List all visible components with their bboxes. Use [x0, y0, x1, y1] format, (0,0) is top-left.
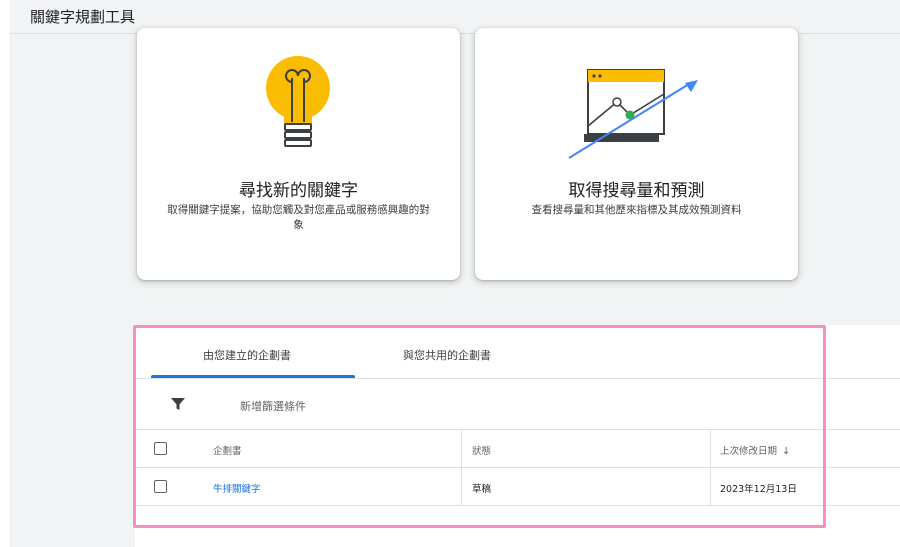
plan-status: 草稿: [472, 484, 492, 495]
filter-bar: 新增篩選條件: [135, 379, 900, 430]
plans-panel: 由您建立的企劃書 與您共用的企劃書 新增篩選條件 企劃書 狀態 上次修改日期 ↓ …: [135, 325, 900, 547]
search-volume-forecast-card[interactable]: 取得搜尋量和預測 查看搜尋量和其他歷來指標及其成效預測資料: [475, 28, 798, 280]
card-description: 查看搜尋量和其他歷來指標及其成效預測資料: [531, 204, 742, 216]
filter-icon[interactable]: [169, 395, 187, 413]
plans-table: 企劃書 狀態 上次修改日期 ↓ 牛排關鍵字 草稿 2023年12月13日: [135, 430, 900, 506]
tab-shared-with-you[interactable]: 與您共用的企劃書: [403, 347, 491, 363]
left-nav-rail: [0, 0, 11, 547]
column-header-last-modified[interactable]: 上次修改日期 ↓: [720, 443, 790, 457]
column-divider: [461, 468, 462, 505]
card-title: 尋找新的關鍵字: [239, 181, 358, 201]
column-header-status[interactable]: 狀態: [472, 443, 491, 457]
plans-tabs: 由您建立的企劃書 與您共用的企劃書: [135, 325, 900, 379]
card-description: 取得關鍵字提案，協助您觸及對您產品或服務感興趣的對象: [167, 204, 430, 231]
tab-created-by-you[interactable]: 由您建立的企劃書: [203, 347, 291, 363]
card-title: 取得搜尋量和預測: [568, 181, 705, 201]
trend-chart-icon: [475, 50, 798, 170]
column-header-plan[interactable]: 企劃書: [213, 443, 242, 457]
column-divider: [710, 468, 711, 505]
plan-last-modified: 2023年12月13日: [720, 484, 797, 495]
column-divider: [710, 430, 711, 467]
find-keywords-card[interactable]: 尋找新的關鍵字 取得關鍵字提案，協助您觸及對您產品或服務感興趣的對象: [137, 28, 460, 280]
add-filter-button[interactable]: 新增篩選條件: [240, 398, 306, 414]
sort-descending-icon: ↓: [782, 446, 791, 457]
page-title: 關鍵字規劃工具: [30, 8, 136, 26]
lightbulb-icon: [137, 50, 460, 170]
active-tab-indicator: [151, 375, 355, 378]
plan-name-link[interactable]: 牛排關鍵字: [213, 481, 261, 495]
column-divider: [461, 430, 462, 467]
column-header-last-modified-label: 上次修改日期: [720, 446, 778, 457]
row-checkbox[interactable]: [154, 480, 167, 493]
select-all-checkbox[interactable]: [154, 442, 167, 455]
table-row: 牛排關鍵字 草稿 2023年12月13日: [135, 468, 900, 506]
table-header-row: 企劃書 狀態 上次修改日期 ↓: [135, 430, 900, 468]
